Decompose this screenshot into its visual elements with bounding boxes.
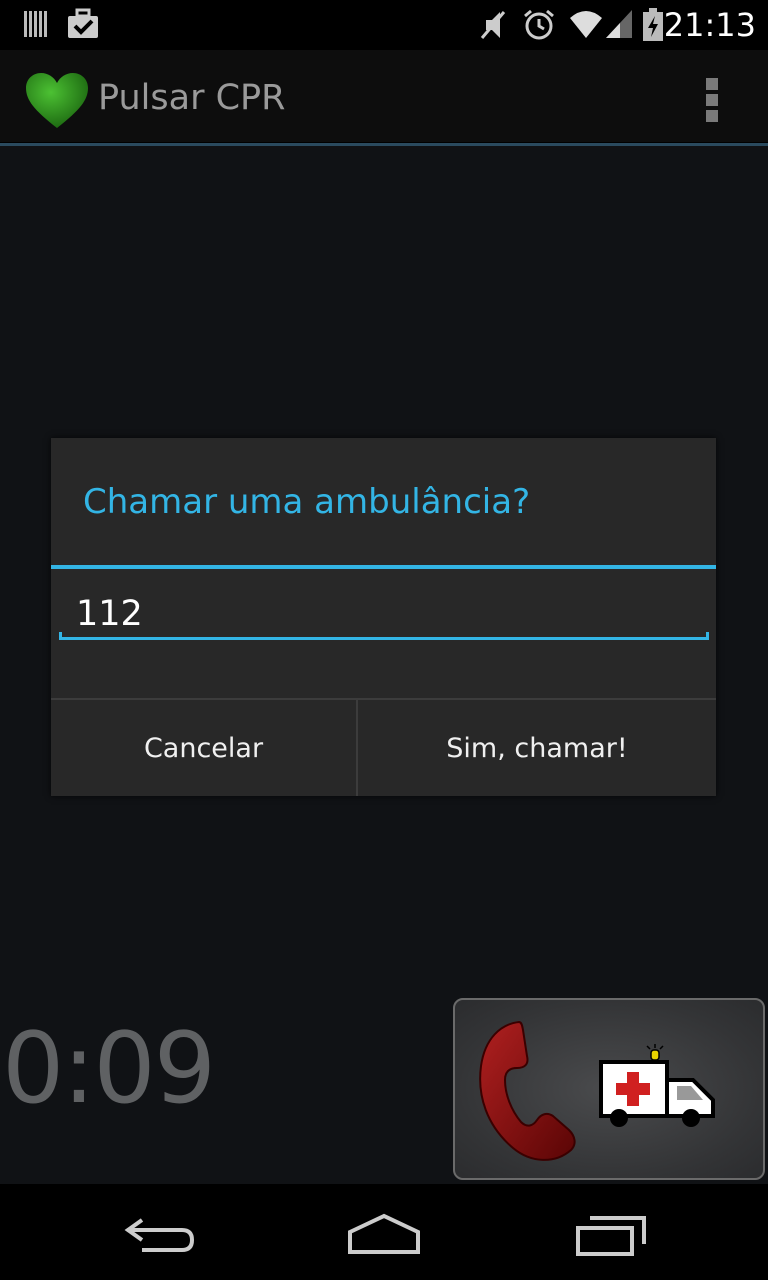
red-phone-icon: [471, 1018, 581, 1169]
status-time: 21:13: [663, 6, 756, 44]
mute-icon: [478, 8, 508, 47]
home-icon[interactable]: [346, 1212, 422, 1261]
call-ambulance-button[interactable]: [453, 998, 765, 1180]
barcode-icon: [22, 8, 50, 45]
action-bar: Pulsar CPR: [0, 50, 768, 146]
screen: 21:13 Pulsar CPR 0:09 Chamar uma ambulân…: [0, 0, 768, 1280]
wifi-icon: [568, 8, 604, 45]
call-ambulance-dialog: Chamar uma ambulância? Cancelar Sim, cha…: [51, 438, 716, 796]
battery-charging-icon: [642, 8, 664, 47]
alarm-icon: [522, 8, 556, 47]
dialog-title: Chamar uma ambulância?: [83, 482, 531, 522]
dialog-title-divider: [51, 565, 716, 569]
status-bar: 21:13: [0, 0, 768, 50]
recent-apps-icon[interactable]: [574, 1214, 648, 1263]
green-heart-icon[interactable]: [24, 72, 90, 135]
app-title: Pulsar CPR: [98, 78, 286, 118]
navigation-bar: [0, 1184, 768, 1280]
dialog-button-bar: Cancelar Sim, chamar!: [51, 698, 716, 796]
briefcase-check-icon: [66, 8, 100, 45]
overflow-menu-icon[interactable]: [700, 74, 724, 122]
phone-number-input[interactable]: [59, 588, 709, 640]
confirm-call-button[interactable]: Sim, chamar!: [358, 700, 716, 796]
cancel-button[interactable]: Cancelar: [51, 700, 356, 796]
signal-icon: [604, 8, 634, 45]
elapsed-timer: 0:09: [2, 1012, 216, 1126]
input-underline: [59, 632, 709, 640]
ambulance-icon: [597, 1044, 719, 1133]
back-icon[interactable]: [122, 1214, 198, 1259]
